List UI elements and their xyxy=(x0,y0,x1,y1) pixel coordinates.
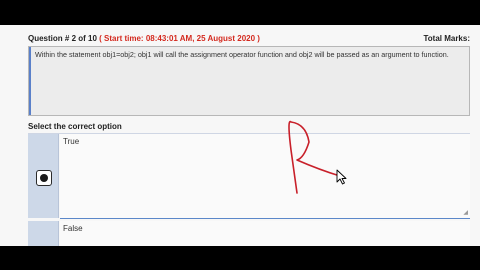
option-false-label: False xyxy=(63,224,83,233)
option-true-selector[interactable] xyxy=(28,134,59,218)
option-true-radio[interactable] xyxy=(36,170,52,186)
question-box-accent xyxy=(29,47,31,115)
quiz-screen: Question # 2 of 10 ( Start time: 08:43:0… xyxy=(0,25,480,246)
question-text: Within the statement obj1=obj2; obj1 wil… xyxy=(35,50,449,59)
option-false-row[interactable]: False xyxy=(60,221,470,246)
resize-grip-icon: ◢ xyxy=(463,210,468,216)
question-text-box: Within the statement obj1=obj2; obj1 wil… xyxy=(28,46,470,116)
question-number: Question # 2 of 10 xyxy=(28,34,97,43)
option-true-row[interactable]: True ◢ xyxy=(60,134,470,219)
options-list: True ◢ False xyxy=(28,133,470,246)
radio-selected-dot xyxy=(40,174,48,182)
total-marks-label: Total Marks: xyxy=(423,34,470,43)
start-time: ( Start time: 08:43:01 AM, 25 August 202… xyxy=(99,34,260,43)
option-false-selector[interactable] xyxy=(28,221,59,246)
option-true-label: True xyxy=(63,137,80,146)
question-header: Question # 2 of 10 ( Start time: 08:43:0… xyxy=(28,33,470,45)
select-option-label: Select the correct option xyxy=(28,122,122,131)
